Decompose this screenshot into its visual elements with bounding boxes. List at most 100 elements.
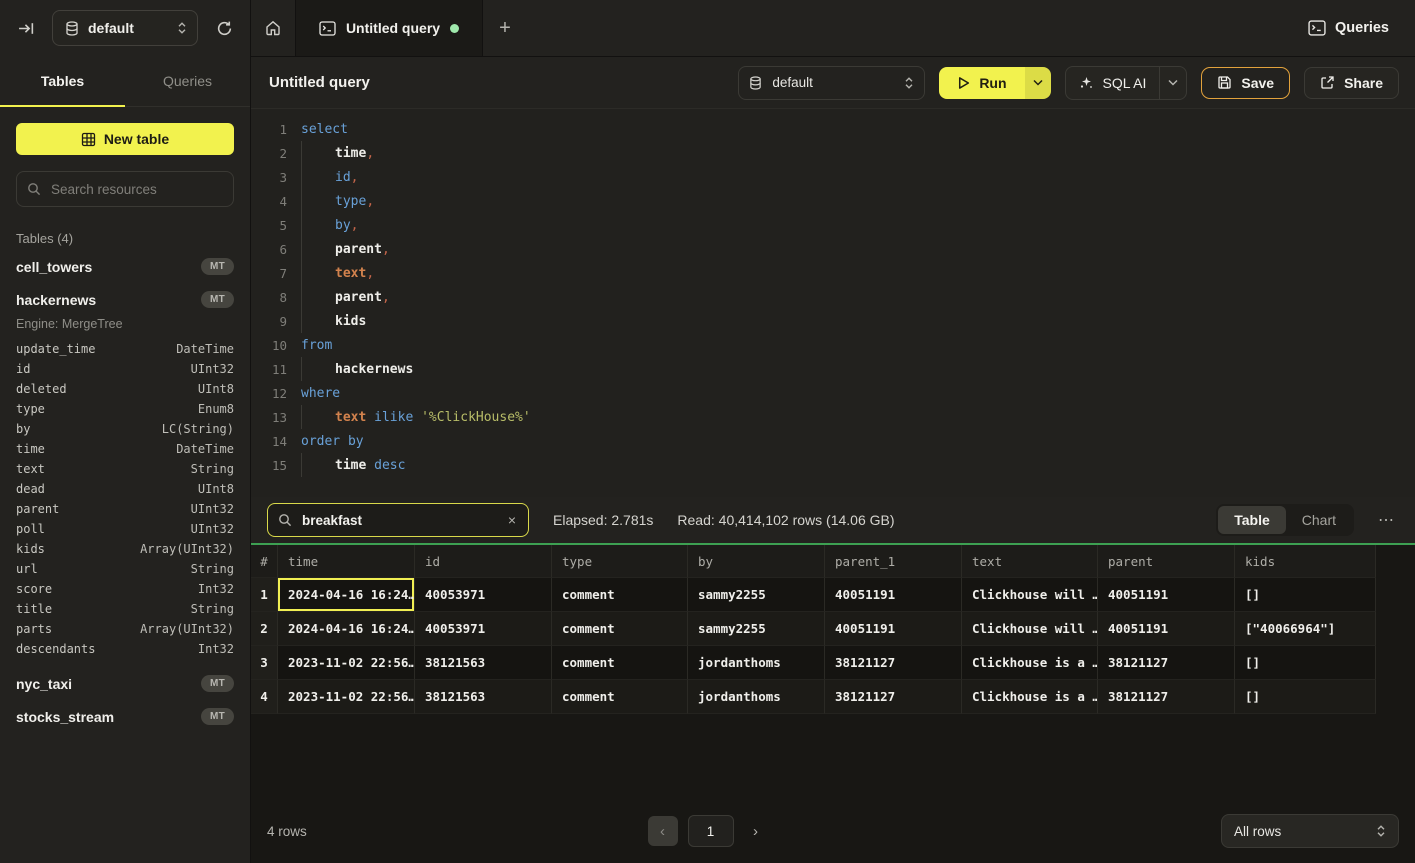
next-page-button[interactable]: › [744,816,768,846]
editor-line[interactable]: 8parent, [251,285,1415,309]
editor-line[interactable]: 5by, [251,213,1415,237]
table-cell[interactable]: 40051191 [825,612,962,646]
editor-line[interactable]: 3id, [251,165,1415,189]
table-cell[interactable]: 38121563 [415,646,552,680]
column-row[interactable]: titleString [16,599,234,619]
table-cell[interactable]: 40051191 [1098,578,1235,612]
refresh-icon[interactable] [210,14,238,42]
column-header[interactable]: parent_1 [825,545,962,578]
sql-editor[interactable]: 1select2time,3id,4type,5by,6parent,7text… [251,109,1415,497]
query-database-select[interactable]: default [738,66,925,100]
editor-line[interactable]: 4type, [251,189,1415,213]
row-number-cell[interactable]: 1 [251,578,278,612]
view-toggle-table[interactable]: Table [1218,506,1286,534]
collapse-sidebar-icon[interactable] [12,14,40,42]
close-icon[interactable]: × [506,512,518,528]
table-list-item[interactable]: nyc_taxiMT [16,667,234,700]
table-cell[interactable]: 2023-11-02 22:56… [278,680,415,714]
view-toggle-chart[interactable]: Chart [1286,506,1352,534]
editor-line[interactable]: 13text ilike '%ClickHouse%' [251,405,1415,429]
column-header[interactable]: kids [1235,545,1376,578]
table-cell[interactable]: Clickhouse will … [962,578,1098,612]
column-header[interactable]: id [415,545,552,578]
table-cell[interactable]: 38121563 [415,680,552,714]
editor-line[interactable]: 12where [251,381,1415,405]
table-cell[interactable]: 2024-04-16 16:24… [278,578,415,612]
table-cell[interactable]: [] [1235,680,1376,714]
save-button[interactable]: Save [1201,67,1290,99]
table-list-item[interactable]: hackernewsMT [16,283,234,316]
editor-line[interactable]: 10from [251,333,1415,357]
table-list-item[interactable]: stocks_streamMT [16,700,234,733]
table-cell[interactable]: 40053971 [415,612,552,646]
column-row[interactable]: scoreInt32 [16,579,234,599]
results-more-button[interactable]: ⋯ [1374,510,1399,530]
sidebar-search[interactable] [16,171,234,207]
row-number-cell[interactable]: 2 [251,612,278,646]
editor-line[interactable]: 9kids [251,309,1415,333]
table-cell[interactable]: ["40066964"] [1235,612,1376,646]
table-cell[interactable]: Clickhouse is a … [962,680,1098,714]
table-cell[interactable]: comment [552,578,688,612]
editor-line[interactable]: 1select [251,117,1415,141]
column-row[interactable]: typeEnum8 [16,399,234,419]
prev-page-button[interactable]: ‹ [648,816,678,846]
table-cell[interactable]: jordanthoms [688,646,825,680]
column-row[interactable]: timeDateTime [16,439,234,459]
editor-line[interactable]: 11hackernews [251,357,1415,381]
run-button[interactable]: Run [939,67,1024,99]
home-button[interactable] [251,0,295,56]
column-row[interactable]: parentUInt32 [16,499,234,519]
column-header[interactable]: time [278,545,415,578]
table-cell[interactable]: jordanthoms [688,680,825,714]
column-row[interactable]: update_timeDateTime [16,339,234,359]
table-cell[interactable]: comment [552,680,688,714]
sidebar-tab-queries[interactable]: Queries [125,56,250,106]
table-cell[interactable]: Clickhouse is a … [962,646,1098,680]
table-list-item[interactable]: cell_towersMT [16,250,234,283]
run-options-button[interactable] [1025,67,1051,99]
tab-untitled-query[interactable]: Untitled query [295,0,483,56]
column-row[interactable]: deletedUInt8 [16,379,234,399]
column-row[interactable]: descendantsInt32 [16,639,234,659]
queries-button[interactable]: Queries [1282,0,1415,56]
column-row[interactable]: partsArray(UInt32) [16,619,234,639]
sidebar-search-input[interactable] [49,181,223,198]
new-tab-button[interactable]: + [483,0,527,56]
table-cell[interactable]: 38121127 [1098,646,1235,680]
table-cell[interactable]: Clickhouse will … [962,612,1098,646]
share-button[interactable]: Share [1304,67,1399,99]
column-row[interactable]: kidsArray(UInt32) [16,539,234,559]
page-size-select[interactable]: All rows [1221,814,1399,848]
column-header[interactable]: # [251,545,278,578]
table-cell[interactable]: comment [552,646,688,680]
sidebar-tab-tables[interactable]: Tables [0,56,125,106]
table-cell[interactable]: [] [1235,646,1376,680]
column-header[interactable]: text [962,545,1098,578]
sql-ai-options-button[interactable] [1159,67,1186,99]
column-row[interactable]: urlString [16,559,234,579]
new-table-button[interactable]: New table [16,123,234,155]
table-cell[interactable]: 38121127 [825,646,962,680]
sql-ai-button[interactable]: SQL AI [1066,67,1160,99]
column-row[interactable]: byLC(String) [16,419,234,439]
table-cell[interactable]: 40051191 [1098,612,1235,646]
editor-line[interactable]: 2time, [251,141,1415,165]
page-number[interactable]: 1 [688,815,734,847]
sidebar-database-select[interactable]: default [52,10,198,46]
column-header[interactable]: type [552,545,688,578]
editor-line[interactable]: 7text, [251,261,1415,285]
editor-line[interactable]: 14order by [251,429,1415,453]
column-row[interactable]: pollUInt32 [16,519,234,539]
column-row[interactable]: textString [16,459,234,479]
row-number-cell[interactable]: 3 [251,646,278,680]
table-cell[interactable]: 2023-11-02 22:56… [278,646,415,680]
row-number-cell[interactable]: 4 [251,680,278,714]
table-cell[interactable]: sammy2255 [688,578,825,612]
table-cell[interactable]: 38121127 [825,680,962,714]
table-cell[interactable]: 2024-04-16 16:24… [278,612,415,646]
results-search-input[interactable] [300,512,498,529]
table-cell[interactable]: sammy2255 [688,612,825,646]
table-cell[interactable]: 40051191 [825,578,962,612]
results-search[interactable]: × [267,503,529,537]
